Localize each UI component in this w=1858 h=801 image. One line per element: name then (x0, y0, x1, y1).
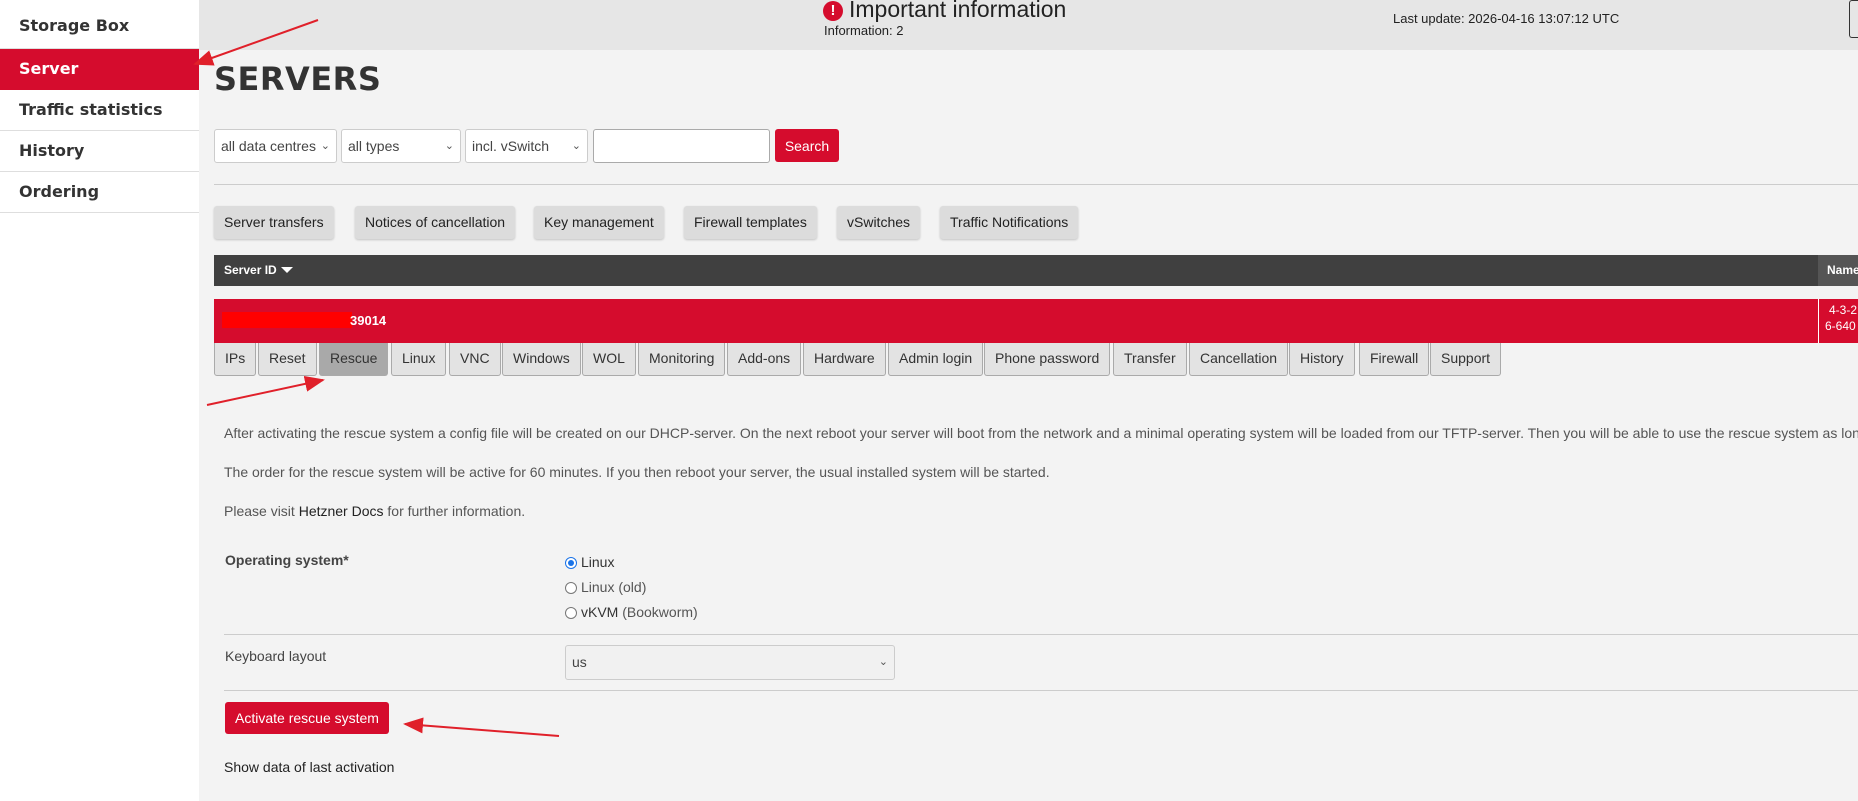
annotation-arrow-server (193, 19, 319, 66)
annotation-arrows (193, 19, 560, 737)
annotation-arrow-rescue (206, 375, 325, 406)
annotation-arrow-activate (403, 717, 560, 737)
